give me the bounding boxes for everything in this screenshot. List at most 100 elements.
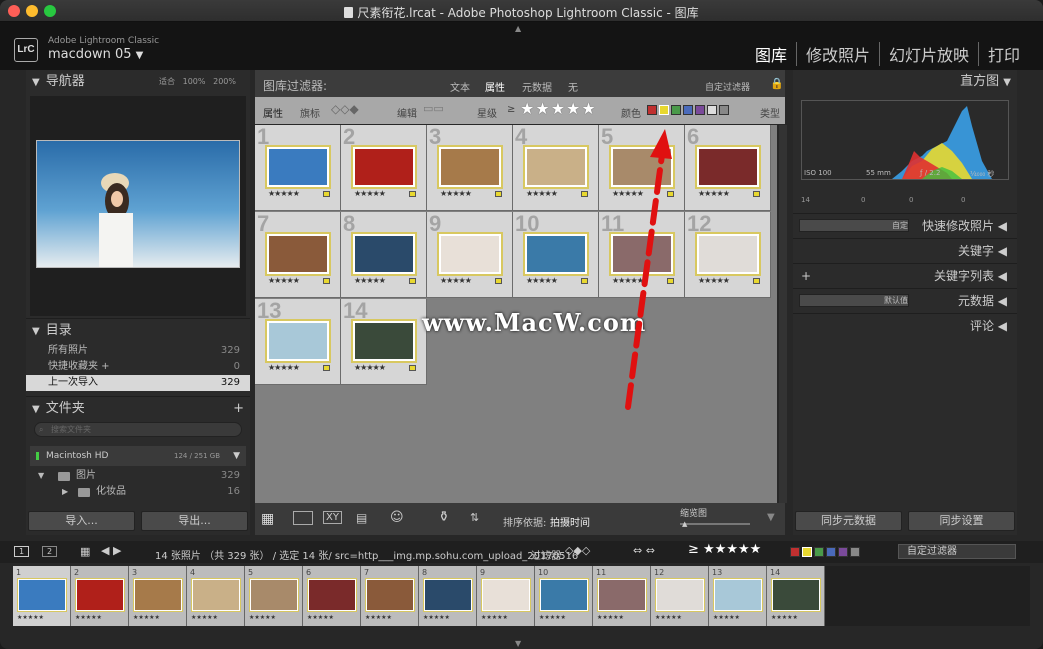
zoom-200[interactable]: 200%: [213, 77, 236, 86]
module-print[interactable]: 打印: [977, 42, 1029, 66]
photo-thumbnail[interactable]: [523, 232, 589, 276]
filmstrip-item[interactable]: 3 ★★★★★: [129, 566, 187, 626]
grid-view-icon[interactable]: ▦: [80, 545, 90, 558]
color-label-icon[interactable]: [581, 191, 588, 197]
color-label-icon[interactable]: [323, 191, 330, 197]
tab-metadata[interactable]: 元数据: [522, 79, 552, 94]
import-button[interactable]: 导入...: [28, 511, 135, 531]
color-label-icon[interactable]: [495, 191, 502, 197]
filmstrip-thumbnail[interactable]: [713, 578, 763, 612]
loupe-view-icon[interactable]: [293, 511, 313, 525]
comments-header[interactable]: 评论 ◀: [793, 313, 1017, 338]
color-swatches[interactable]: [647, 105, 731, 117]
navigator-preview-image[interactable]: [36, 140, 240, 268]
spray-can-icon[interactable]: ⚱: [438, 509, 450, 525]
quick-develop-header[interactable]: 自定 快速修改照片 ◀: [793, 213, 1017, 238]
cell-rating[interactable]: ★★★★★: [354, 189, 386, 198]
cell-rating[interactable]: ★★★★★: [698, 189, 730, 198]
folders-header[interactable]: ▼ 文件夹 +: [26, 396, 250, 420]
photo-thumbnail[interactable]: [695, 145, 761, 189]
cell-rating[interactable]: ★★★★★: [354, 276, 386, 285]
grid-cell[interactable]: 1 ★★★★★: [255, 124, 341, 211]
color-swatch-blue[interactable]: [683, 105, 693, 115]
color-swatch-none[interactable]: [850, 547, 860, 557]
color-swatch-green[interactable]: [671, 105, 681, 115]
color-label-icon[interactable]: [753, 191, 760, 197]
catalog-item[interactable]: 快捷收藏夹 +0: [26, 359, 250, 375]
grid-scrollbar[interactable]: [779, 125, 787, 503]
filmstrip-thumbnail[interactable]: [539, 578, 589, 612]
filmstrip-item[interactable]: 7 ★★★★★: [361, 566, 419, 626]
filmstrip-item[interactable]: 13 ★★★★★: [709, 566, 767, 626]
folder-search-input[interactable]: ⌕ 搜索文件夹: [34, 422, 242, 437]
page-1-button[interactable]: 1: [14, 546, 30, 557]
photo-thumbnail[interactable]: [351, 232, 417, 276]
color-swatch-purple[interactable]: [695, 105, 705, 115]
photo-thumbnail[interactable]: [265, 232, 331, 276]
keyword-list-header[interactable]: + 关键字列表 ◀: [793, 263, 1017, 288]
color-swatch-yellow[interactable]: [802, 547, 812, 557]
grid-cell[interactable]: 4 ★★★★★: [513, 124, 599, 211]
color-swatch-red[interactable]: [647, 105, 657, 115]
toolbar-menu-icon[interactable]: ▼: [767, 512, 775, 523]
module-develop[interactable]: 修改照片: [795, 42, 879, 66]
filmstrip-item[interactable]: 1 ★★★★★: [13, 566, 71, 626]
filmstrip-thumbnail[interactable]: [133, 578, 183, 612]
edit-filter-icons[interactable]: ⇔ ⇔: [633, 544, 655, 557]
sort-direction-icon[interactable]: ⇅: [470, 511, 479, 524]
photo-thumbnail[interactable]: [351, 319, 417, 363]
color-swatch-yellow[interactable]: [659, 105, 669, 115]
photo-thumbnail[interactable]: [265, 319, 331, 363]
photo-thumbnail[interactable]: [523, 145, 589, 189]
filmstrip-item[interactable]: 5 ★★★★★: [245, 566, 303, 626]
cell-rating[interactable]: ★★★★★: [268, 363, 300, 372]
filmstrip-thumbnail[interactable]: [655, 578, 705, 612]
filmstrip-thumbnail[interactable]: [771, 578, 821, 612]
filmstrip-thumbnail[interactable]: [307, 578, 357, 612]
folder-item[interactable]: ▶ 化妆品 16: [26, 484, 250, 500]
zoom-100[interactable]: 100%: [183, 77, 206, 86]
color-swatches[interactable]: [790, 547, 862, 559]
edit-filter-icons[interactable]: ▭▭: [423, 102, 444, 115]
cell-rating[interactable]: ★★★★★: [698, 276, 730, 285]
filmstrip-item[interactable]: 11 ★★★★★: [593, 566, 651, 626]
page-2-button[interactable]: 2: [42, 546, 58, 557]
cell-rating[interactable]: ★★★★★: [440, 276, 472, 285]
grid-cell[interactable]: 3 ★★★★★: [427, 124, 513, 211]
filmstrip-thumbnail[interactable]: [249, 578, 299, 612]
filmstrip-item[interactable]: 10 ★★★★★: [535, 566, 593, 626]
catalog-item[interactable]: 所有照片 329: [26, 343, 250, 359]
metadata-preset-select[interactable]: 默认值: [799, 294, 909, 307]
metadata-header[interactable]: 默认值 元数据 ◀: [793, 288, 1017, 313]
previous-icon[interactable]: ◀ ▶: [101, 544, 121, 557]
add-folder-icon[interactable]: +: [233, 397, 244, 421]
module-library[interactable]: 图库: [746, 42, 796, 66]
grid-view-icon[interactable]: ▦: [261, 511, 274, 527]
cell-rating[interactable]: ★★★★★: [354, 363, 386, 372]
filmstrip-item[interactable]: 8 ★★★★★: [419, 566, 477, 626]
color-label-icon[interactable]: [581, 278, 588, 284]
sync-settings-button[interactable]: 同步设置: [908, 511, 1015, 531]
color-swatch-red[interactable]: [790, 547, 800, 557]
rating-stars[interactable]: ≥ ★★★★★: [688, 542, 761, 557]
tab-text[interactable]: 文本: [450, 79, 470, 94]
filmstrip-thumbnail[interactable]: [481, 578, 531, 612]
filmstrip-item[interactable]: 4 ★★★★★: [187, 566, 245, 626]
sort-select[interactable]: 拍摄时间: [550, 514, 590, 529]
filter-preset-select[interactable]: 自定过滤器: [705, 80, 750, 93]
color-swatch-green[interactable]: [814, 547, 824, 557]
grid-cell[interactable]: 9 ★★★★★: [427, 211, 513, 298]
grid-cell[interactable]: 2 ★★★★★: [341, 124, 427, 211]
cell-rating[interactable]: ★★★★★: [268, 189, 300, 198]
keywording-header[interactable]: 关键字 ◀: [793, 238, 1017, 263]
saved-preset-select[interactable]: 自定: [799, 219, 909, 232]
grid-cell[interactable]: 10 ★★★★★: [513, 211, 599, 298]
color-label-icon[interactable]: [409, 365, 416, 371]
filmstrip-item[interactable]: 14 ★★★★★: [767, 566, 825, 626]
survey-view-icon[interactable]: ▤: [356, 511, 367, 525]
people-view-icon[interactable]: ☺: [390, 510, 404, 525]
volume-row[interactable]: Macintosh HD 124 / 251 GB ▼: [30, 446, 246, 466]
filmstrip-thumbnail[interactable]: [597, 578, 647, 612]
filmstrip-collapse-icon[interactable]: ▼: [515, 639, 521, 648]
lock-icon[interactable]: 🔒: [770, 77, 784, 90]
